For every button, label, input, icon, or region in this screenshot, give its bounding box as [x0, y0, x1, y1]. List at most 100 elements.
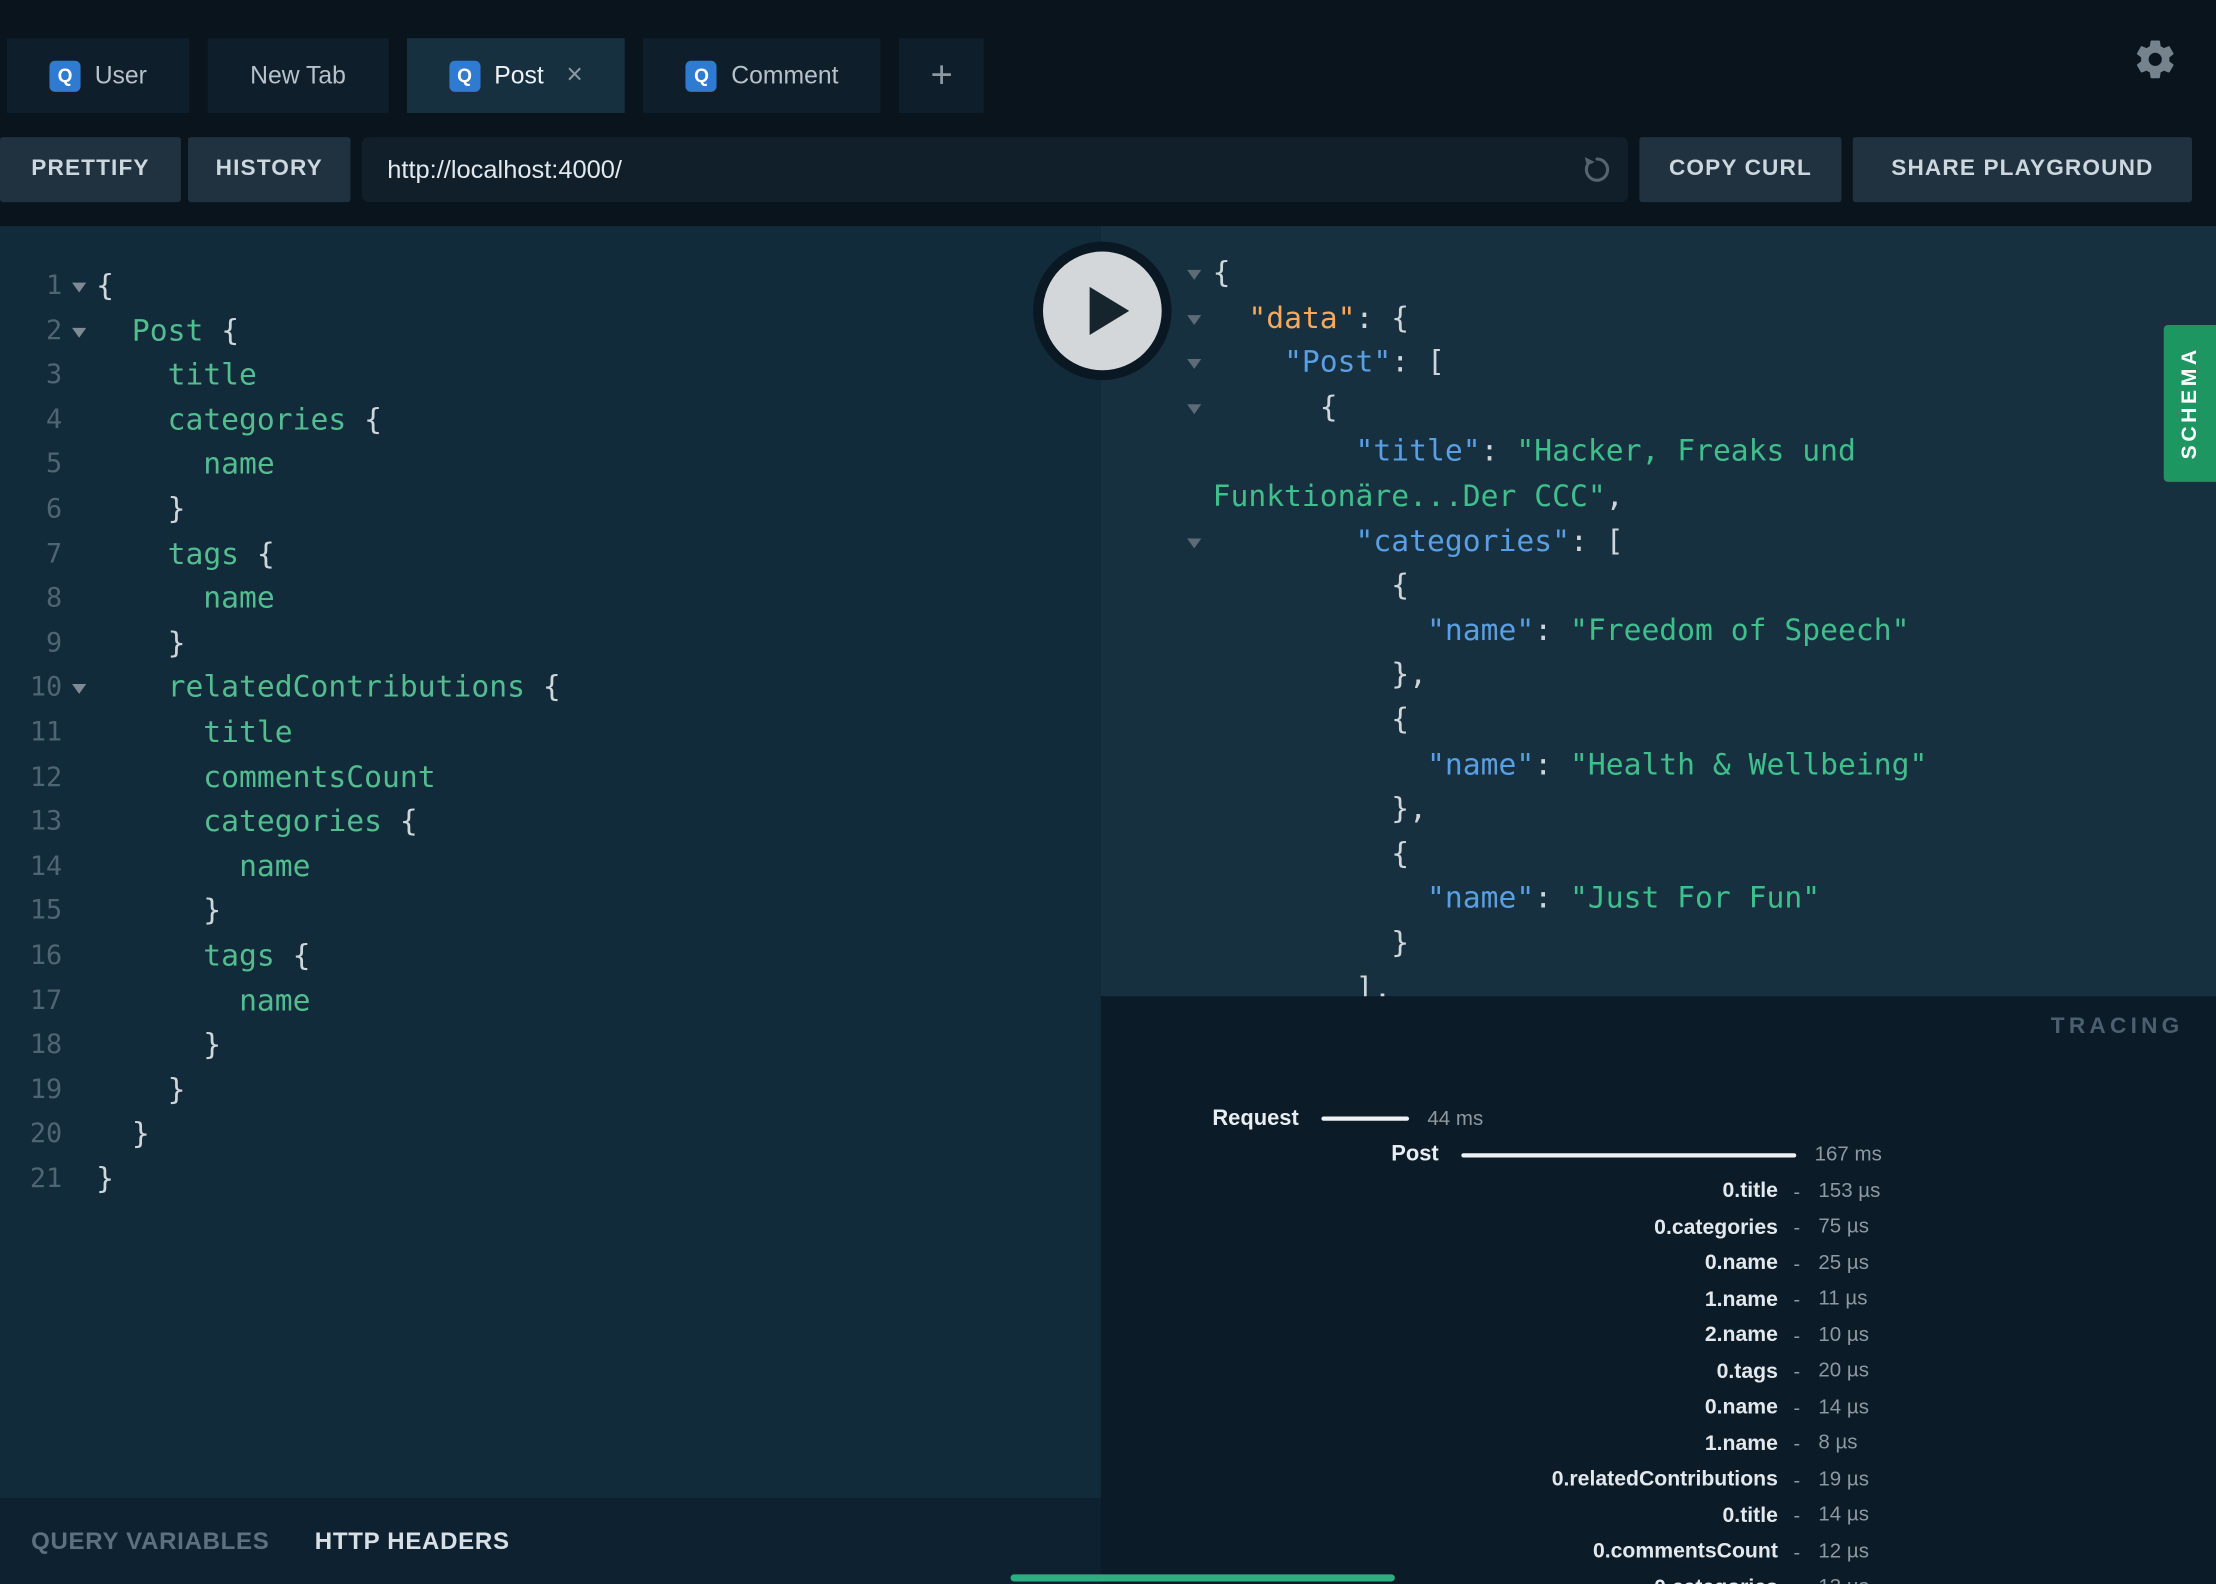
- tracing-spans: Request 44 ms Post 167 ms: [1101, 1101, 2216, 1173]
- trace-field-dash: -: [1793, 1468, 1801, 1491]
- close-tab-icon[interactable]: ×: [566, 59, 583, 92]
- trace-field-time: 8 µs: [1818, 1431, 1858, 1455]
- code-line: "name": "Health & Wellbeing": [1101, 743, 2216, 788]
- line-number: 11: [29, 716, 63, 748]
- fold-arrow-icon[interactable]: [1187, 269, 1202, 280]
- code-token: }: [96, 893, 222, 928]
- execute-button[interactable]: [1033, 241, 1172, 381]
- code-line: ],: [1101, 966, 2216, 996]
- query-icon: Q: [49, 60, 81, 92]
- query-editor-pane[interactable]: 1{2 Post {3 title 4 categories {5 name 6 }…: [0, 226, 1101, 1499]
- code-token: ,: [1605, 479, 1624, 513]
- code-token: name: [239, 982, 311, 1017]
- trace-field-time: 20 µs: [1818, 1359, 1869, 1383]
- trace-span-row: Request 44 ms: [1101, 1101, 2216, 1137]
- code-line: Funktionäre...Der CCC",: [1101, 475, 2216, 520]
- code-token: commentsCount: [203, 759, 436, 794]
- line-number: 8: [45, 582, 63, 614]
- trace-field-name: 1.name: [1704, 1287, 1778, 1312]
- prettify-button[interactable]: PRETTIFY: [0, 137, 181, 203]
- code-text: "categories": [: [1213, 519, 1624, 564]
- fold-arrow-icon[interactable]: [72, 327, 87, 338]
- tracing-fields: 0.title -153 µs 0.categories -75 µs 0.name -2…: [1101, 1173, 2216, 1584]
- trace-field-time: 13 µs: [1818, 1576, 1869, 1584]
- query-variables-tab[interactable]: QUERY VARIABLES: [31, 1527, 269, 1555]
- line-number: 6: [45, 493, 63, 525]
- fold-gutter: [1184, 877, 1212, 922]
- trace-field-time: 14 µs: [1818, 1395, 1869, 1419]
- trace-field-name: 0.commentsCount: [1592, 1539, 1778, 1564]
- reload-icon[interactable]: [1566, 137, 1628, 202]
- code-text: {: [1212, 698, 1410, 743]
- code-token: "Freedom of Speech": [1569, 613, 1910, 647]
- trace-field-name: 0.title: [1722, 1503, 1778, 1528]
- trace-field-name: 0.name: [1704, 1251, 1778, 1276]
- scrollbar-thumb-green[interactable]: [1010, 1574, 1395, 1582]
- code-line: "name": "Just For Fun": [1101, 877, 2216, 922]
- http-headers-tab[interactable]: HTTP HEADERS: [315, 1527, 510, 1555]
- code-text: "name": "Freedom of Speech": [1213, 609, 1910, 654]
- schema-tab[interactable]: SCHEMA: [2163, 325, 2216, 482]
- trace-span-label: Post: [1391, 1142, 1439, 1167]
- trace-field-dash: -: [1793, 1540, 1801, 1563]
- code-token: Funktionäre...Der CCC": [1212, 479, 1606, 513]
- trace-field-dash: -: [1793, 1215, 1801, 1239]
- tab-comment[interactable]: Q Comment: [643, 38, 881, 114]
- line-number: 10: [29, 671, 63, 703]
- code-token: "Just For Fun": [1569, 880, 1821, 915]
- fold-gutter: [62, 1023, 96, 1068]
- code-token: relatedContributions: [167, 670, 525, 705]
- fold-arrow-icon[interactable]: [72, 282, 87, 293]
- code-text: tags {: [96, 532, 275, 577]
- copy-curl-button[interactable]: COPY CURL: [1639, 137, 1842, 203]
- fold-arrow-icon[interactable]: [1187, 403, 1202, 414]
- trace-span-bar: [1461, 1152, 1797, 1158]
- history-button[interactable]: HISTORY: [187, 137, 351, 203]
- trace-field-dash: -: [1793, 1287, 1801, 1311]
- code-text: }: [96, 621, 186, 666]
- code-token: {: [1212, 702, 1410, 737]
- code-token: :: [1534, 613, 1570, 647]
- new-tab-button[interactable]: +: [899, 38, 985, 114]
- fold-gutter: [1184, 386, 1212, 431]
- fold-gutter: [1184, 252, 1212, 297]
- fold-arrow-icon[interactable]: [1187, 314, 1202, 325]
- code-line: "name": "Freedom of Speech": [1101, 609, 2216, 654]
- tab-post[interactable]: Q Post ×: [406, 38, 626, 114]
- fold-arrow-icon[interactable]: [72, 684, 87, 695]
- share-playground-button[interactable]: SHARE PLAYGROUND: [1852, 137, 2192, 203]
- tab-label: New Tab: [250, 60, 346, 90]
- fold-gutter: [62, 1157, 96, 1202]
- code-text: commentsCount: [96, 755, 436, 800]
- tab-user[interactable]: Q User: [7, 38, 190, 114]
- code-text: title: [96, 711, 292, 756]
- code-line: }: [1101, 921, 2216, 966]
- fold-gutter: [62, 577, 96, 622]
- code-token: {: [96, 268, 114, 303]
- url-input[interactable]: [361, 154, 1566, 185]
- trace-span-row: Post 167 ms: [1101, 1137, 2216, 1173]
- code-text: {: [1213, 564, 1409, 609]
- tab-new-tab[interactable]: New Tab: [207, 38, 389, 114]
- fold-arrow-icon[interactable]: [1187, 359, 1202, 370]
- fold-arrow-icon[interactable]: [1187, 537, 1202, 548]
- settings-gear-icon[interactable]: [2133, 37, 2178, 82]
- fold-gutter: [62, 264, 96, 309]
- tracing-title: TRACING: [2050, 1014, 2184, 1039]
- trace-field-time: 25 µs: [1818, 1251, 1869, 1275]
- line-number: 2: [45, 314, 63, 346]
- code-token: Post: [131, 313, 204, 348]
- fold-gutter: [1184, 743, 1212, 788]
- code-token: }: [96, 1072, 186, 1107]
- fold-gutter: [62, 800, 96, 845]
- code-line: 7 tags {: [0, 532, 1101, 577]
- code-token: {: [203, 313, 240, 348]
- code-token: ],: [1212, 970, 1392, 997]
- code-token: "name": [1427, 746, 1535, 781]
- code-text: Post {: [96, 309, 239, 354]
- code-token: "categories": [1355, 523, 1570, 558]
